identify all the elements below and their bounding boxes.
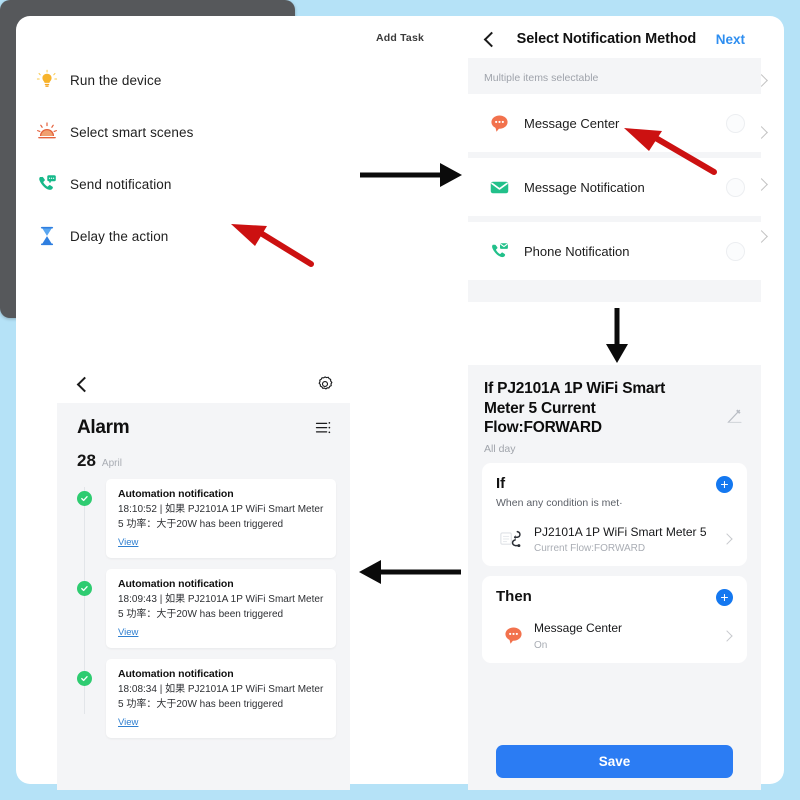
arrow-p1-to-p2	[360, 163, 462, 187]
select-notification-method-screen: Select Notification Method Next Multiple…	[468, 20, 761, 302]
automation-detail-screen: If PJ2101A 1P WiFi Smart Meter 5 Current…	[468, 365, 761, 790]
alarm-date-day: 28	[77, 451, 96, 470]
phone-message-icon	[32, 173, 62, 195]
then-action-text: Message Center On	[530, 621, 723, 651]
multiple-items-selectable-hint: Multiple items selectable	[468, 58, 761, 94]
if-condition-text: PJ2101A 1P WiFi Smart Meter 5 Current Fl…	[530, 525, 723, 555]
add-task-phone-frame: Add Task Run the device Select smart sce…	[0, 0, 784, 784]
view-link[interactable]: View	[118, 627, 138, 638]
speech-bubble-icon	[496, 625, 530, 646]
alarm-date-month: April	[101, 458, 122, 469]
sunrise-scene-icon	[32, 121, 62, 143]
smart-meter-icon	[496, 529, 530, 549]
chevron-right-icon	[721, 533, 733, 546]
notification-title: Automation notification	[118, 578, 234, 590]
if-condition-detail: Current Flow:FORWARD	[534, 543, 646, 555]
radio-phone-notification[interactable]	[726, 241, 745, 261]
automation-schedule: All day	[484, 442, 516, 455]
add-condition-button[interactable]: +	[716, 475, 733, 493]
notification-method-message-notification[interactable]: Message Notification	[468, 158, 761, 216]
status-check-icon	[77, 671, 92, 686]
notification-method-label: Phone Notification	[524, 243, 630, 259]
lightbulb-icon	[32, 69, 62, 91]
page-title: Select Notification Method	[516, 31, 697, 47]
p2-header: Select Notification Method Next	[468, 20, 761, 58]
pencil-icon[interactable]	[726, 407, 744, 425]
if-heading: If	[496, 474, 506, 492]
gear-icon[interactable]	[316, 375, 334, 393]
page-title: Alarm	[77, 417, 130, 438]
notification-card: Automation notification 18:10:52 | 如果 PJ…	[106, 479, 336, 558]
if-condition-mode: When any condition is met·	[496, 496, 623, 509]
chevron-right-icon	[721, 630, 733, 642]
notification-method-label: Message Notification	[524, 179, 645, 195]
list-item[interactable]: Automation notification 18:10:52 | 如果 PJ…	[77, 479, 336, 558]
arrow-p3-to-p4	[359, 560, 461, 584]
notification-card: Automation notification 18:09:43 | 如果 PJ…	[106, 569, 336, 648]
alarm-header	[57, 365, 350, 403]
then-action-state: On	[534, 639, 548, 651]
phone-envelope-icon	[484, 241, 514, 262]
automation-title: If PJ2101A 1P WiFi Smart Meter 5 Current…	[484, 380, 666, 437]
screenshot-root: Add Task Run the device Select smart sce…	[0, 0, 800, 800]
list-item[interactable]: Automation notification 18:09:43 | 如果 PJ…	[77, 569, 336, 648]
notification-method-label: Message Center	[524, 115, 620, 131]
notification-title: Automation notification	[118, 668, 234, 680]
radio-message-notification[interactable]	[726, 177, 745, 197]
then-action-row[interactable]: Message Center On	[496, 621, 733, 651]
radio-message-center[interactable]	[726, 113, 745, 133]
automation-header: If PJ2101A 1P WiFi Smart Meter 5 Current…	[468, 365, 761, 463]
notification-method-phone-notification[interactable]: Phone Notification	[468, 222, 761, 280]
notification-method-message-center[interactable]: Message Center	[468, 94, 761, 152]
if-condition-device: PJ2101A 1P WiFi Smart Meter 5	[534, 524, 707, 539]
notification-body: 18:10:52 | 如果 PJ2101A 1P WiFi Smart Mete…	[118, 504, 324, 530]
alarm-notification-list: Automation notification 18:10:52 | 如果 PJ…	[57, 479, 350, 738]
list-item[interactable]: Automation notification 18:08:34 | 如果 PJ…	[77, 659, 336, 738]
notification-title: Automation notification	[118, 488, 234, 500]
back-chevron-icon[interactable]	[76, 376, 93, 392]
hourglass-icon	[32, 225, 62, 247]
alarm-body: Alarm 28 April Automation notification 1…	[57, 403, 350, 738]
save-button[interactable]: Save	[496, 745, 733, 778]
then-action-title: Message Center	[534, 621, 623, 636]
view-link[interactable]: View	[118, 537, 138, 548]
notification-body: 18:09:43 | 如果 PJ2101A 1P WiFi Smart Mete…	[118, 594, 324, 620]
alarm-date: 28 April	[57, 439, 350, 479]
next-button[interactable]: Next	[716, 32, 749, 47]
view-link[interactable]: View	[118, 717, 138, 728]
arrow-p2-to-p3	[606, 308, 628, 363]
list-filter-icon[interactable]	[315, 420, 332, 436]
envelope-icon	[484, 177, 514, 198]
speech-bubble-icon	[484, 113, 514, 134]
alarm-screen: Alarm 28 April Automation notification 1…	[57, 365, 350, 790]
alarm-title-row: Alarm	[57, 403, 350, 439]
if-condition-row[interactable]: PJ2101A 1P WiFi Smart Meter 5 Current Fl…	[496, 525, 733, 555]
status-check-icon	[77, 581, 92, 596]
notification-card: Automation notification 18:08:34 | 如果 PJ…	[106, 659, 336, 738]
notification-body: 18:08:34 | 如果 PJ2101A 1P WiFi Smart Mete…	[118, 684, 324, 710]
if-card: If When any condition is met· + PJ2101A …	[482, 462, 747, 567]
then-card: Then + Message Center On	[482, 576, 747, 663]
add-action-button[interactable]: +	[716, 589, 733, 607]
status-check-icon	[77, 491, 92, 506]
then-heading: Then	[496, 588, 532, 606]
